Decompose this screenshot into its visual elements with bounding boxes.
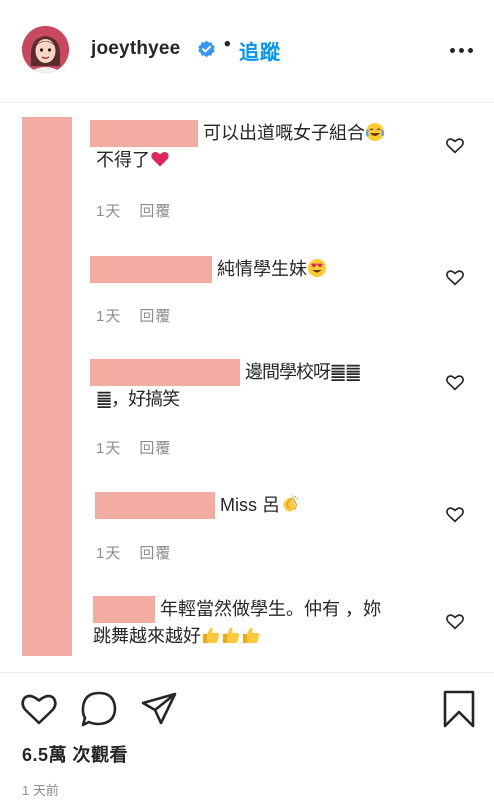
reply-button[interactable]: 回覆 bbox=[139, 203, 171, 220]
comment-body: 年輕當然做學生。仲有 ，妳 bbox=[160, 599, 382, 619]
thumbs-up-icon bbox=[203, 627, 220, 643]
like-comment-heart-icon[interactable] bbox=[445, 373, 465, 391]
heart-icon[interactable] bbox=[18, 688, 60, 730]
redacted-username bbox=[90, 359, 240, 386]
comment-meta: 1天 回覆 bbox=[96, 437, 171, 458]
comment-time: 1天 bbox=[96, 308, 122, 325]
comment-meta: 1天 回覆 bbox=[96, 200, 171, 221]
comment-item: 可以出道嘅女子組合 不得了 bbox=[90, 120, 430, 174]
more-options-icon[interactable] bbox=[450, 40, 474, 60]
comment-text: 可以出道嘅女子組合 bbox=[90, 120, 430, 147]
redacted-username bbox=[93, 596, 155, 623]
thumbs-up-icon bbox=[243, 627, 260, 643]
view-count[interactable]: 6.5萬 次觀看 bbox=[22, 741, 128, 767]
comment-body-line2: ䷀，好搞笑 bbox=[96, 389, 180, 410]
comment-time: 1天 bbox=[96, 440, 122, 457]
face-with-tears-of-joy-icon bbox=[365, 123, 385, 141]
comment-body-line2: 跳舞越來越好 bbox=[93, 626, 201, 646]
smiling-face-with-heart-eyes-icon bbox=[308, 259, 327, 277]
comment-body: 可以出道嘅女子組合 bbox=[203, 123, 366, 143]
like-comment-heart-icon[interactable] bbox=[445, 612, 465, 630]
comment-meta: 1天 回覆 bbox=[96, 305, 171, 326]
comment-text-line2: 跳舞越來越好 bbox=[93, 623, 430, 650]
like-comment-heart-icon[interactable] bbox=[445, 136, 465, 154]
redacted-avatars bbox=[22, 117, 72, 656]
comment-text: 純情學生妹 bbox=[90, 256, 430, 283]
red-heart-icon bbox=[151, 151, 169, 167]
comment-body-line2: 不得了 bbox=[96, 150, 150, 170]
comment-item: 純情學生妹 bbox=[90, 256, 430, 283]
post-header: joeythyee • 追蹤 bbox=[0, 0, 494, 103]
follow-button[interactable]: 追蹤 bbox=[239, 36, 281, 65]
avatar[interactable] bbox=[22, 26, 69, 73]
comment-text: Miss 呂 bbox=[90, 492, 430, 519]
reply-button[interactable]: 回覆 bbox=[139, 440, 171, 457]
post-timestamp: 1 天前 bbox=[22, 783, 59, 798]
redacted-username bbox=[95, 492, 215, 519]
verified-badge-icon bbox=[198, 40, 215, 58]
comment-time: 1天 bbox=[96, 545, 122, 562]
redacted-username bbox=[90, 120, 198, 147]
comment-item: Miss 呂 bbox=[90, 492, 430, 519]
comment-time: 1天 bbox=[96, 203, 122, 220]
comment-item: 年輕當然做學生。仲有 ，妳 跳舞越來越好 bbox=[90, 596, 430, 650]
comment-meta: 1天 回覆 bbox=[96, 542, 171, 563]
redacted-username bbox=[90, 256, 212, 283]
like-comment-heart-icon[interactable] bbox=[445, 505, 465, 523]
comment-icon[interactable] bbox=[78, 688, 120, 730]
share-icon[interactable] bbox=[138, 688, 180, 730]
username[interactable]: joeythyee bbox=[91, 38, 180, 60]
comment-text-line2: 不得了 bbox=[96, 147, 430, 174]
comment-text: 邊間學校呀䷀䷀ bbox=[90, 359, 430, 386]
separator-dot: • bbox=[224, 34, 231, 55]
comment-text: 年輕當然做學生。仲有 ，妳 bbox=[90, 596, 430, 623]
clapping-hands-icon bbox=[283, 495, 299, 512]
reply-button[interactable]: 回覆 bbox=[139, 308, 171, 325]
comment-body: Miss 呂 bbox=[220, 495, 281, 515]
comment-body: 邊間學校呀䷀䷀ bbox=[245, 362, 361, 383]
reply-button[interactable]: 回覆 bbox=[139, 545, 171, 562]
bookmark-icon[interactable] bbox=[438, 688, 480, 730]
divider bbox=[0, 672, 494, 673]
like-comment-heart-icon[interactable] bbox=[445, 268, 465, 286]
comment-body: 純情學生妹 bbox=[217, 259, 308, 279]
comment-item: 邊間學校呀䷀䷀ ䷀，好搞笑 bbox=[90, 359, 430, 413]
thumbs-up-icon bbox=[223, 627, 240, 643]
